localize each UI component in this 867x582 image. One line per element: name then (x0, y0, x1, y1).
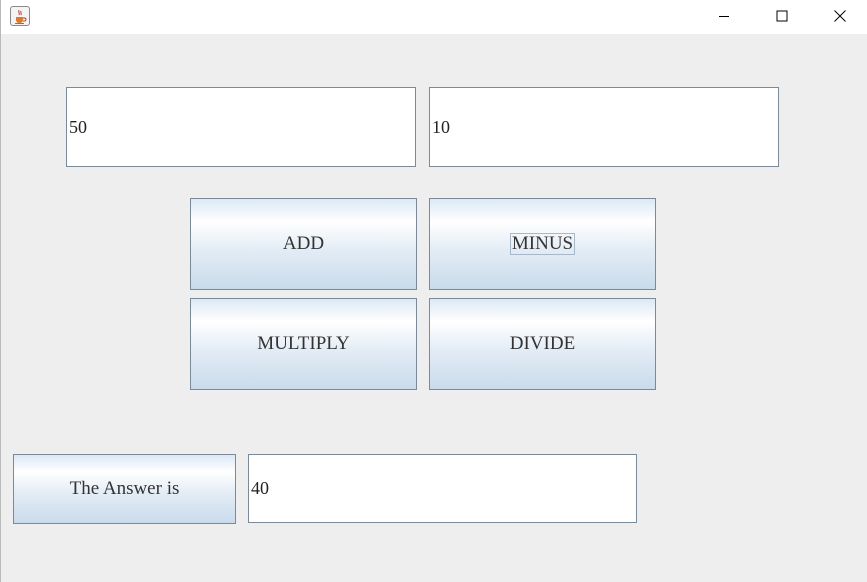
minus-button-label: MINUS (509, 233, 576, 255)
maximize-icon (776, 10, 788, 22)
close-icon (834, 10, 846, 22)
first-number-field[interactable]: 50 (66, 87, 416, 167)
multiply-button-label: MULTIPLY (257, 333, 350, 354)
minus-button[interactable]: MINUS (429, 198, 656, 290)
java-cup-icon (10, 6, 30, 26)
second-number-field[interactable]: 10 (429, 87, 779, 167)
first-number-value: 50 (69, 116, 87, 137)
answer-value: 40 (251, 478, 269, 498)
add-button[interactable]: ADD (190, 198, 417, 290)
answer-label-button[interactable]: The Answer is (13, 454, 236, 524)
title-bar[interactable] (1, 0, 867, 34)
add-button-label: ADD (282, 233, 325, 254)
minimize-button[interactable] (695, 0, 753, 32)
multiply-button[interactable]: MULTIPLY (190, 298, 417, 390)
close-button[interactable] (811, 0, 867, 32)
divide-button-label: DIVIDE (509, 333, 576, 354)
answer-field[interactable]: 40 (248, 454, 637, 523)
divide-button[interactable]: DIVIDE (429, 298, 656, 390)
calculator-window: 50 10 ADD MINUS MULTIPLY DIVIDE The Answ… (0, 0, 867, 582)
second-number-value: 10 (432, 116, 450, 137)
maximize-button[interactable] (753, 0, 811, 32)
answer-label-text: The Answer is (69, 478, 180, 499)
minimize-icon (719, 16, 729, 17)
